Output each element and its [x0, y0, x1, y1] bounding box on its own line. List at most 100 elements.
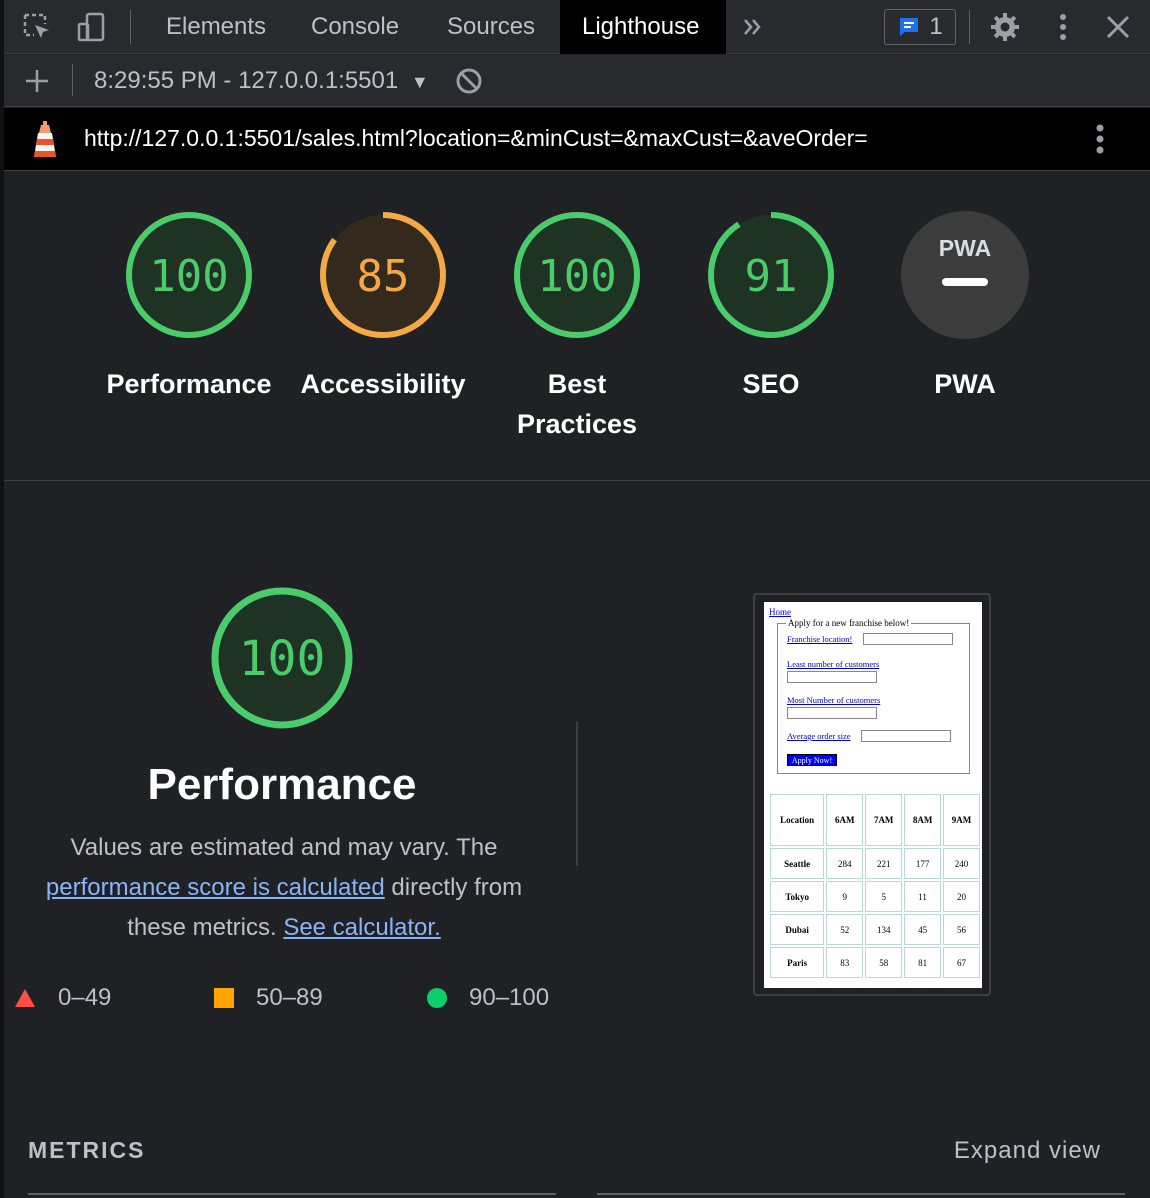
final-screenshot[interactable]: Home Apply for a new franchise below! Fr… — [753, 593, 991, 996]
gauge-ring: 100 — [126, 212, 252, 338]
gauge-ring: 91 — [708, 212, 834, 338]
table-cell: Paris — [770, 947, 825, 978]
url-menu-icon[interactable] — [1095, 123, 1105, 160]
score-calculated-link[interactable]: performance score is calculated — [46, 874, 385, 901]
issues-badge[interactable]: 1 — [884, 9, 956, 45]
gauge-seo[interactable]: 91 SEO — [681, 210, 861, 404]
form-legend: Apply for a new franchise below! — [786, 618, 912, 628]
table-header: Location — [770, 794, 825, 846]
settings-gear-icon[interactable] — [988, 10, 1022, 44]
gauge-best-practices[interactable]: 100 Best Practices — [487, 210, 667, 444]
report-selector[interactable]: 8:29:55 PM - 127.0.0.1:5501 ▼ — [94, 67, 429, 95]
table-cell: 177 — [904, 848, 942, 879]
table-cell: 81 — [904, 947, 942, 978]
metrics-divider — [597, 1193, 1125, 1195]
table-cell: Seattle — [770, 848, 825, 879]
field-input — [863, 633, 953, 645]
field-label: Franchise location! — [787, 634, 853, 644]
gauge-score: 85 — [357, 251, 410, 302]
close-icon[interactable] — [1101, 10, 1135, 44]
orange-square-icon — [214, 988, 234, 1008]
report-url-bar: http://127.0.0.1:5501/sales.html?locatio… — [4, 108, 1150, 171]
tab-console[interactable]: Console — [289, 0, 421, 54]
table-cell: 11 — [904, 881, 942, 912]
issues-count: 1 — [929, 13, 943, 40]
metrics-divider — [28, 1193, 556, 1195]
green-circle-icon — [427, 988, 447, 1008]
field-label: Least number of customers — [787, 659, 880, 669]
table-cell: Dubai — [770, 914, 825, 945]
dropdown-triangle-icon: ▼ — [410, 72, 429, 92]
legend-fail: 0–49 — [14, 984, 111, 1012]
performance-description: Values are estimated and may vary. The p… — [34, 828, 534, 948]
report-selector-label: 8:29:55 PM - 127.0.0.1:5501 — [94, 67, 399, 94]
gauge-pwa[interactable]: PWA PWA — [875, 210, 1055, 404]
pwa-badge-icon: PWA — [901, 211, 1029, 339]
table-header: 9AM — [943, 794, 980, 846]
legend-range: 0–49 — [58, 984, 112, 1011]
table-cell: 67 — [943, 947, 980, 978]
gauge-label: Best Practices — [516, 369, 638, 439]
lighthouse-logo-icon — [30, 121, 60, 164]
table-cell: 56 — [943, 914, 980, 945]
gauge-score: 100 — [149, 251, 228, 302]
table-cell: 240 — [943, 848, 980, 879]
table-header: 7AM — [865, 794, 903, 846]
inspect-element-icon[interactable] — [20, 10, 54, 44]
table-cell: 284 — [826, 848, 864, 879]
legend-range: 50–89 — [256, 984, 323, 1011]
gauge-label: PWA — [934, 369, 996, 399]
table-cell: 58 — [865, 947, 903, 978]
new-report-plus-icon[interactable] — [20, 64, 54, 98]
score-gauges: 100 Performance 85 Accessibility 100 Bes… — [4, 172, 1150, 481]
tab-elements[interactable]: Elements — [144, 0, 288, 54]
device-toolbar-icon[interactable] — [74, 10, 108, 44]
gauge-performance[interactable]: 100 Performance — [99, 210, 279, 404]
table-row: Seattle 284 221 177 240 — [770, 848, 980, 879]
table-row: Tokyo 9 5 11 20 — [770, 881, 980, 912]
gauge-label: Accessibility — [300, 369, 466, 399]
home-link: Home — [769, 607, 791, 617]
devtools-tabbar: Elements Console Sources Lighthouse 1 — [4, 0, 1150, 54]
table-cell: 9 — [826, 881, 864, 912]
more-options-icon[interactable] — [1046, 10, 1080, 44]
performance-score: 100 — [239, 631, 326, 687]
clear-reports-icon[interactable] — [452, 64, 486, 98]
expand-view-toggle[interactable]: Expand view — [954, 1137, 1101, 1165]
performance-score-gauge: 100 — [210, 586, 354, 735]
franchise-form: Apply for a new franchise below! Franchi… — [777, 618, 970, 774]
performance-title: Performance — [147, 760, 417, 809]
legend-pass: 90–100 — [427, 984, 549, 1012]
gauge-ring: 85 — [320, 212, 446, 338]
apply-button: Apply Now! — [787, 754, 837, 766]
field-label: Most Number of customers — [787, 695, 881, 705]
desc-text: Values are estimated and may vary. The — [70, 834, 498, 861]
tab-sources[interactable]: Sources — [425, 0, 557, 54]
table-cell: Tokyo — [770, 881, 825, 912]
message-icon — [900, 18, 919, 36]
gauge-ring: 100 — [514, 212, 640, 338]
gauge-score: 100 — [537, 251, 616, 302]
table-cell: 45 — [904, 914, 942, 945]
lighthouse-toolbar: 8:29:55 PM - 127.0.0.1:5501 ▼ — [4, 55, 1150, 107]
gauge-score: 91 — [745, 251, 798, 302]
field-label: Average order size — [787, 731, 851, 741]
report-url[interactable]: http://127.0.0.1:5501/sales.html?locatio… — [84, 125, 868, 152]
gauge-label: SEO — [742, 369, 800, 399]
metrics-heading: METRICS — [28, 1137, 146, 1163]
tab-lighthouse[interactable]: Lighthouse — [560, 0, 726, 54]
table-row: Paris 83 58 81 67 — [770, 947, 980, 978]
table-cell: 5 — [865, 881, 903, 912]
table-cell: 52 — [826, 914, 864, 945]
table-header: 6AM — [826, 794, 864, 846]
see-calculator-link[interactable]: See calculator. — [283, 914, 440, 941]
table-cell: 134 — [865, 914, 903, 945]
sales-table: Location 6AM 7AM 8AM 9AM Seattle 284 221… — [768, 792, 982, 980]
table-header: 8AM — [904, 794, 942, 846]
gauge-accessibility[interactable]: 85 Accessibility — [293, 210, 473, 404]
more-tabs-chevron-icon[interactable] — [736, 10, 770, 44]
field-input — [787, 707, 877, 719]
red-triangle-icon — [15, 989, 35, 1007]
table-row: Dubai 52 134 45 56 — [770, 914, 980, 945]
screenshot-page: Home Apply for a new franchise below! Fr… — [764, 602, 982, 988]
